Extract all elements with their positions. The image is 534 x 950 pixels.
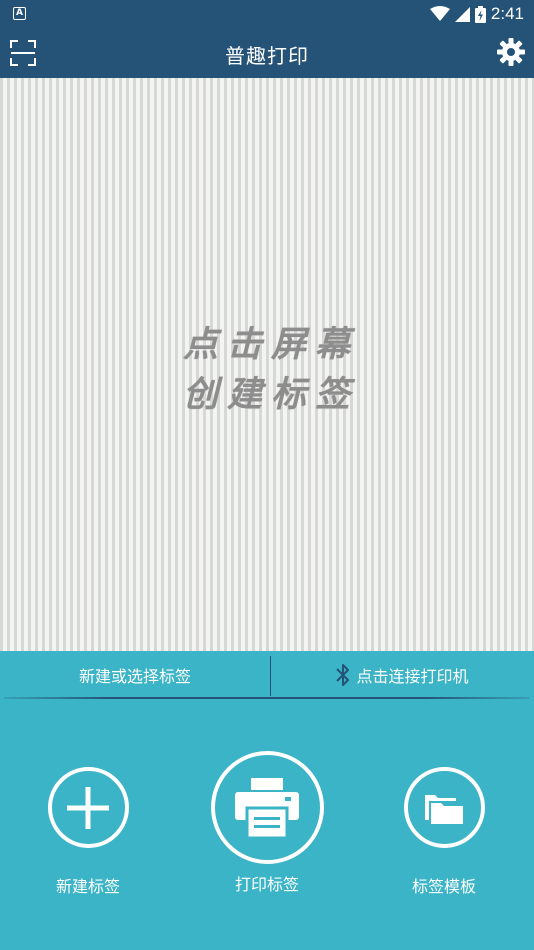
printer-icon — [235, 777, 299, 838]
label-templates-button[interactable]: 标签模板 — [383, 767, 505, 897]
connect-printer-text: 点击连接打印机 — [356, 667, 469, 686]
new-label-circle — [47, 767, 129, 848]
settings-button[interactable] — [497, 38, 525, 66]
cell-signal-icon — [454, 6, 470, 22]
new-label-text: 新建标签 — [55, 877, 120, 896]
app-bar: 普趣打印 — [0, 28, 534, 78]
canvas-hint: 点击屏幕 创建标签 — [0, 320, 534, 420]
new-or-select-label-text: 新建或选择标签 — [78, 667, 191, 686]
status-indicators: 2:41 — [429, 3, 524, 25]
page-title: 普趣打印 — [225, 44, 309, 68]
folder-icon — [425, 794, 463, 824]
wifi-icon — [429, 6, 450, 21]
print-label-button[interactable]: 打印标签 — [206, 751, 328, 895]
new-label-button[interactable]: 新建标签 — [27, 767, 149, 897]
app-notification-icon: A — [13, 7, 26, 20]
label-templates-text: 标签模板 — [411, 877, 476, 896]
action-bar: 新建或选择标签 点击连接打印机 — [0, 651, 534, 699]
new-or-select-label-button[interactable]: 新建或选择标签 — [0, 651, 270, 699]
bluetooth-icon — [336, 664, 350, 686]
plus-icon — [67, 786, 109, 829]
canvas-hint-line1: 点击屏幕 — [182, 324, 359, 365]
bottom-actions: 新建标签 打印标签 标签模板 — [0, 699, 534, 950]
gear-icon — [497, 38, 525, 66]
status-bar: A 2:41 — [0, 0, 534, 28]
canvas-hint-line2: 创建标签 — [182, 374, 359, 415]
print-label-circle — [210, 751, 324, 864]
label-canvas[interactable]: 点击屏幕 创建标签 — [0, 78, 534, 651]
label-templates-circle — [403, 767, 485, 848]
connect-printer-button[interactable]: 点击连接打印机 — [271, 651, 534, 699]
battery-charging-icon — [474, 5, 486, 23]
status-time: 2:41 — [490, 4, 524, 23]
print-label-text: 打印标签 — [234, 875, 299, 894]
